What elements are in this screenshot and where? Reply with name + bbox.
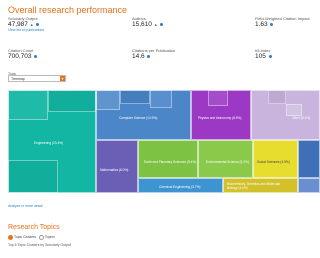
cropped-page-header: ' <box>0 0 320 4</box>
treemap-subtile <box>8 160 58 193</box>
treemap-subtile <box>8 90 48 120</box>
view-publications-link[interactable]: View list of publications <box>8 28 44 32</box>
treemap-tile-mathematics[interactable]: Mathematics (6.0%) <box>96 140 138 193</box>
metric-value: 15,610 <box>132 21 152 28</box>
tile-label: Social Sciences (4.5%) <box>257 160 290 164</box>
radio-topics[interactable]: Topics <box>38 235 55 240</box>
overall-performance-heading: Overall research performance <box>8 5 128 15</box>
tile-label: Environmental Science (5.2%) <box>206 160 249 164</box>
treemap-subtile <box>48 90 96 112</box>
treemap-tile-biochemistry[interactable]: Biochemistry, Genetics and Molecular Bio… <box>223 178 298 193</box>
treemap-subtile <box>286 104 302 116</box>
trend-up-icon: ▲ <box>29 22 34 27</box>
metric-citation-count: Citation Count 700,703 <box>8 48 38 60</box>
info-icon[interactable] <box>147 54 151 58</box>
tile-label: Physics and Astronomy (8.5%) <box>198 116 242 120</box>
treemap-subtile <box>120 90 150 104</box>
radio-selected-icon <box>8 235 13 240</box>
treemap-subtile <box>208 90 228 106</box>
tile-label: Computer Science (14.9%) <box>119 116 158 120</box>
tile-label: Biochemistry, Genetics and Molecular Bio… <box>227 182 281 190</box>
select-value: Treemap <box>11 76 25 81</box>
info-icon[interactable] <box>34 54 38 58</box>
tile-label: Mathematics (6.0%) <box>100 168 129 172</box>
metric-scholarly-output: Scholarly Output 47,987 ▲ View list of p… <box>8 16 44 32</box>
tile-label: Engineering (23.4%) <box>34 141 64 145</box>
treemap-tile-earth-sciences[interactable]: Earth and Planetary Sciences (5.4%) <box>138 140 198 178</box>
metric-value: 700,703 <box>8 53 32 60</box>
metric-h5-index: h5-index 105 <box>255 48 272 60</box>
metric-value: 105 <box>255 53 266 60</box>
analyze-more-detail-link[interactable]: Analyze in more detail <box>8 204 42 208</box>
metric-citations-per-publication: Citations per Publication 14.6 <box>132 48 175 60</box>
topic-view-radio-group: Topic Clusters Topics <box>8 235 55 240</box>
info-icon[interactable] <box>36 22 40 26</box>
tile-label: Chemical Engineering (3.7%) <box>159 185 201 189</box>
treemap-tile-misc-2[interactable] <box>298 178 320 193</box>
info-icon[interactable] <box>270 22 274 26</box>
treemap-tile-social-sciences[interactable]: Social Sciences (4.5%) <box>253 140 298 178</box>
metric-value: 47,987 <box>8 21 28 28</box>
chart-type-select[interactable]: Treemap ▾ <box>8 75 66 82</box>
radio-label: Topic Clusters <box>14 235 36 240</box>
research-topics-heading: Research Topics <box>8 224 60 231</box>
treemap-subtile <box>268 90 286 104</box>
treemap-tile-misc[interactable] <box>298 140 320 178</box>
treemap-subtile <box>150 90 172 108</box>
info-icon[interactable] <box>268 54 272 58</box>
tile-label: Other (6.2%) <box>292 116 311 120</box>
chevron-down-icon[interactable]: ▾ <box>60 76 65 81</box>
radio-unselected-icon <box>38 235 44 240</box>
tile-label: Earth and Planetary Sciences (5.4%) <box>144 160 197 164</box>
metric-value: 14.6 <box>132 53 145 60</box>
info-icon[interactable] <box>160 22 164 26</box>
trend-up-icon: ▲ <box>153 22 158 27</box>
subject-area-treemap: Engineering (23.4%) Computer Science (14… <box>8 90 320 193</box>
treemap-subtile <box>96 90 120 110</box>
metric-authors: Authors 15,610 ▲ <box>132 16 164 28</box>
metric-fwci: Field-Weighted Citation Impact 1.63 <box>255 16 310 28</box>
treemap-tile-chemical-engineering[interactable]: Chemical Engineering (3.7%) <box>138 178 223 193</box>
top-clusters-subheading: Top 5 Topic Clusters by Scholarly Output <box>8 243 71 247</box>
treemap-tile-environmental-science[interactable]: Environmental Science (5.2%) <box>198 140 253 178</box>
radio-label: Topics <box>44 235 55 240</box>
metric-value: 1.63 <box>255 21 268 28</box>
radio-topic-clusters[interactable]: Topic Clusters <box>8 235 36 240</box>
